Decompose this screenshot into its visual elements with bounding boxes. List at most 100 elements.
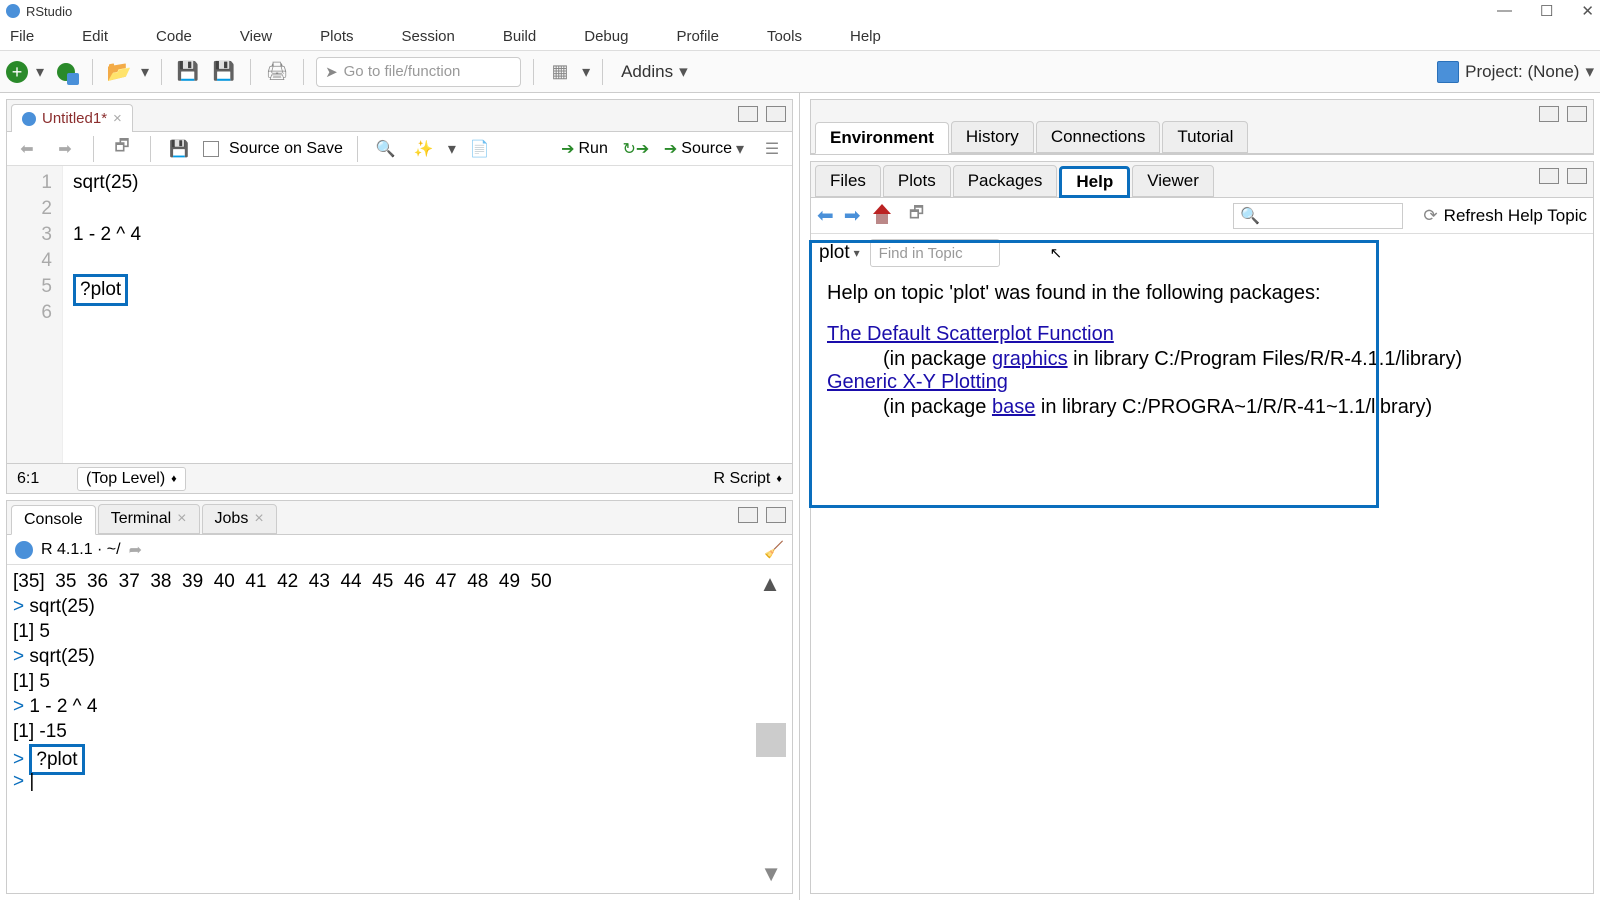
code-tools-button[interactable]: ✨ <box>410 135 438 163</box>
menu-build[interactable]: Build <box>503 28 536 45</box>
help-search-input[interactable]: 🔍 <box>1233 203 1403 229</box>
clear-console-button[interactable]: 🧹 <box>764 540 784 560</box>
close-icon[interactable]: × <box>254 510 263 528</box>
scope-label: (Top Level) <box>86 470 165 488</box>
tab-environment[interactable]: Environment <box>815 122 949 154</box>
scope-selector[interactable]: (Top Level) ♦ <box>77 467 186 491</box>
close-button[interactable]: ✕ <box>1581 2 1594 20</box>
tab-console[interactable]: Console <box>11 505 96 535</box>
scroll-down-button[interactable]: ▼ <box>760 861 782 887</box>
minimize-pane-button[interactable] <box>1539 168 1559 184</box>
source-on-save-checkbox[interactable] <box>203 141 219 157</box>
tab-connections[interactable]: Connections <box>1036 121 1161 153</box>
maximize-pane-button[interactable] <box>766 507 786 523</box>
help-topic-dropdown[interactable]: plot ▾ <box>819 242 860 264</box>
new-file-dropdown[interactable]: ▾ <box>36 62 44 82</box>
open-file-button[interactable]: 📂 <box>105 58 133 86</box>
find-placeholder: Find in Topic <box>879 245 963 262</box>
refresh-help-button[interactable]: ⟳ Refresh Help Topic <box>1423 206 1587 226</box>
grid-button[interactable]: ▦ <box>546 58 574 86</box>
menu-help[interactable]: Help <box>850 28 881 45</box>
print-button[interactable]: 🖨 <box>263 58 291 86</box>
help-link-graphics[interactable]: graphics <box>992 348 1068 370</box>
menu-tools[interactable]: Tools <box>767 28 802 45</box>
close-icon[interactable]: × <box>177 510 186 528</box>
console-line: > ?plot <box>13 744 792 769</box>
menu-plots[interactable]: Plots <box>320 28 353 45</box>
menu-file[interactable]: File <box>10 28 34 45</box>
console-line: [35] 35 36 37 38 39 40 41 42 43 44 45 46… <box>13 569 792 594</box>
menu-view[interactable]: View <box>240 28 272 45</box>
help-back-button[interactable]: ⬅ <box>817 203 834 228</box>
tab-help[interactable]: Help <box>1059 166 1130 198</box>
menu-code[interactable]: Code <box>156 28 192 45</box>
code-editor[interactable]: 123456 sqrt(25) 1 - 2 ^ 4 ?plot <box>7 166 792 463</box>
minimize-pane-button[interactable] <box>738 507 758 523</box>
tab-terminal[interactable]: Terminal× <box>98 504 200 534</box>
maximize-button[interactable]: ☐ <box>1540 2 1553 20</box>
help-link-base[interactable]: base <box>992 396 1035 418</box>
console-prompt[interactable]: > | <box>13 769 792 794</box>
forward-button[interactable]: ➡ <box>51 135 79 163</box>
grid-dropdown[interactable]: ▾ <box>582 62 590 82</box>
open-wd-button[interactable]: ➦ <box>129 540 142 560</box>
project-menu[interactable]: Project: (None) ▾ <box>1437 61 1594 83</box>
goto-file-input[interactable]: ➤ Go to file/function <box>316 57 521 87</box>
find-replace-button[interactable]: 🔍 <box>372 135 400 163</box>
save-source-button[interactable]: 💾 <box>165 135 193 163</box>
main-toolbar: + ▾ 📂 ▾ 💾 💾 🖨 ➤ Go to file/function ▦ ▾ … <box>0 51 1600 93</box>
menu-debug[interactable]: Debug <box>584 28 628 45</box>
minimize-pane-button[interactable] <box>1539 106 1559 122</box>
show-in-new-window-button[interactable]: 🗗 <box>108 135 136 163</box>
help-home-button[interactable] <box>871 206 893 226</box>
maximize-pane-button[interactable] <box>1567 106 1587 122</box>
save-button[interactable]: 💾 <box>174 58 202 86</box>
maximize-pane-button[interactable] <box>1567 168 1587 184</box>
new-file-button[interactable]: + <box>6 61 28 83</box>
help-popup-button[interactable]: 🗗 <box>903 202 931 230</box>
scrollbar-thumb[interactable] <box>756 723 786 757</box>
source-tab[interactable]: Untitled1* × <box>11 104 133 132</box>
compile-report-button[interactable]: 📄 <box>466 135 494 163</box>
code-area[interactable]: sqrt(25) 1 - 2 ^ 4 ?plot <box>63 166 792 463</box>
tab-viewer[interactable]: Viewer <box>1132 165 1214 197</box>
tab-files[interactable]: Files <box>815 165 881 197</box>
source-button[interactable]: ➔ Source ▾ <box>664 139 744 159</box>
scroll-up-button[interactable]: ▲ <box>754 571 786 597</box>
find-in-topic-input[interactable]: Find in Topic <box>870 239 1000 267</box>
separator <box>161 59 162 85</box>
help-forward-button[interactable]: ➡ <box>844 203 861 228</box>
addins-menu[interactable]: Addins ▾ <box>621 62 688 82</box>
close-tab-button[interactable]: × <box>113 110 122 127</box>
tab-plots[interactable]: Plots <box>883 165 951 197</box>
rerun-button[interactable]: ↻➔ <box>622 135 650 163</box>
tab-tutorial[interactable]: Tutorial <box>1162 121 1248 153</box>
highlight-box: ?plot <box>73 274 128 306</box>
menu-session[interactable]: Session <box>402 28 455 45</box>
tab-jobs[interactable]: Jobs× <box>202 504 277 534</box>
back-button[interactable]: ⬅ <box>13 135 41 163</box>
console-line: [1] 5 <box>13 669 792 694</box>
tab-packages[interactable]: Packages <box>953 165 1058 197</box>
outline-button[interactable]: ☰ <box>758 135 786 163</box>
console-output[interactable]: [35] 35 36 37 38 39 40 41 42 43 44 45 46… <box>7 565 792 893</box>
tab-history[interactable]: History <box>951 121 1034 153</box>
save-all-button[interactable]: 💾 <box>210 58 238 86</box>
window-title: RStudio <box>26 4 72 19</box>
run-button[interactable]: ➔ Run <box>561 139 608 159</box>
menu-edit[interactable]: Edit <box>82 28 108 45</box>
help-link-scatterplot[interactable]: The Default Scatterplot Function <box>827 323 1114 345</box>
source-toolbar: ⬅ ➡ 🗗 💾 Source on Save 🔍 ✨ ▾ 📄 ➔ Run <box>7 132 792 166</box>
rstudio-logo-icon <box>6 4 20 18</box>
open-recent-dropdown[interactable]: ▾ <box>141 62 149 82</box>
menu-profile[interactable]: Profile <box>676 28 719 45</box>
language-selector[interactable]: R Script ♦ <box>713 470 782 488</box>
maximize-pane-button[interactable] <box>766 106 786 122</box>
help-link-xyplotting[interactable]: Generic X-Y Plotting <box>827 371 1008 393</box>
new-project-button[interactable] <box>52 58 80 86</box>
code-tools-dropdown[interactable]: ▾ <box>448 139 456 159</box>
titlebar: RStudio — ☐ ✕ <box>0 0 1600 22</box>
minimize-button[interactable]: — <box>1497 2 1512 20</box>
separator <box>303 59 304 85</box>
minimize-pane-button[interactable] <box>738 106 758 122</box>
